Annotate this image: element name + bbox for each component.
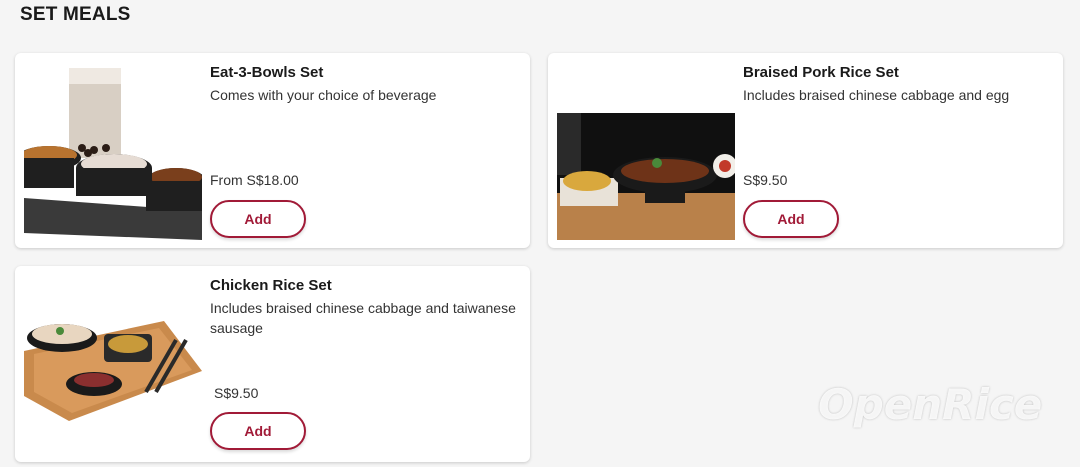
section-title: SET MEALS <box>20 4 131 25</box>
item-photo <box>24 276 202 453</box>
item-price: From S$18.00 <box>210 172 299 188</box>
add-button[interactable]: Add <box>743 200 839 238</box>
menu-item-card[interactable]: Chicken Rice Set Includes braised chines… <box>15 266 530 462</box>
item-photo <box>557 63 735 240</box>
add-button[interactable]: Add <box>210 200 306 238</box>
item-name: Chicken Rice Set <box>210 277 332 294</box>
menu-item-card[interactable]: Braised Pork Rice Set Includes braised c… <box>548 53 1063 248</box>
item-name: Eat-3-Bowls Set <box>210 64 324 81</box>
menu-item-card[interactable]: Eat-3-Bowls Set Comes with your choice o… <box>15 53 530 248</box>
openrice-watermark: OpenRice <box>818 380 1043 429</box>
item-description: Comes with your choice of beverage <box>210 87 437 103</box>
item-name: Braised Pork Rice Set <box>743 64 899 81</box>
item-description: Includes braised chinese cabbage and egg <box>743 87 1010 103</box>
item-price: S$9.50 <box>214 385 259 401</box>
item-photo <box>24 63 202 240</box>
item-description: Includes braised chinese cabbage and tai… <box>210 300 516 336</box>
item-price: S$9.50 <box>743 172 788 188</box>
add-button[interactable]: Add <box>210 412 306 450</box>
